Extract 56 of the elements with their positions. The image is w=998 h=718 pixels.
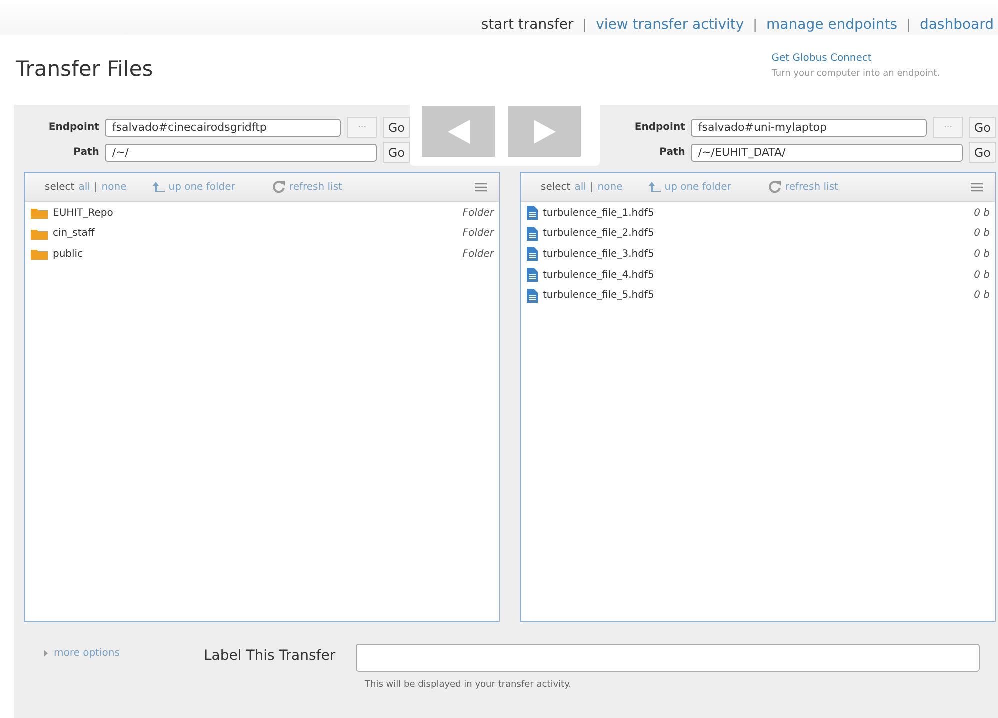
globus-connect-note: Turn your computer into an endpoint. (772, 69, 940, 79)
select-label: select (45, 182, 75, 192)
transfer-left-button[interactable] (422, 106, 495, 157)
file-list-item[interactable]: turbulence_file_4.hdf5 0 b (521, 264, 995, 286)
globus-connect-link[interactable]: Get Globus Connect (772, 53, 940, 64)
folder-icon (31, 248, 48, 260)
endpoint-field[interactable]: fsalvado#cinecairodsgridftp (105, 118, 342, 136)
go-button[interactable]: Go (969, 117, 996, 138)
go-button[interactable]: Go (383, 142, 410, 163)
select-label: select (541, 182, 571, 192)
go-button[interactable]: Go (969, 142, 996, 163)
up-arrow-icon (152, 182, 165, 192)
file-list-item[interactable]: public Folder (25, 244, 499, 265)
file-list-item[interactable]: turbulence_file_2.hdf5 0 b (521, 224, 995, 244)
document-icon (527, 268, 538, 282)
toolbar-separator: | (94, 182, 98, 192)
go-button[interactable]: Go (383, 117, 410, 138)
file-list-item[interactable]: turbulence_file_3.hdf5 0 b (521, 244, 995, 265)
up-arrow-icon (648, 182, 661, 192)
toolbar-separator: | (590, 182, 594, 192)
path-field[interactable]: /~/ (105, 144, 378, 162)
path-field[interactable]: /~/EUHIT_DATA/ (691, 144, 964, 162)
path-label: Path (74, 147, 100, 158)
nav-link[interactable]: manage endpoints (766, 17, 898, 33)
document-icon (527, 206, 538, 220)
field-hint: This will be displayed in your transfer activity. (364, 679, 572, 690)
transfer-right-button[interactable] (508, 106, 581, 157)
path-label: Path (660, 147, 686, 158)
nav-link[interactable]: start transfer (481, 17, 574, 33)
document-icon (527, 288, 538, 303)
nav-link[interactable]: dashboard (920, 17, 994, 33)
file-list-item[interactable]: turbulence_file_1.hdf5 0 b (521, 203, 995, 224)
file-list-item[interactable]: EUHIT_Repo Folder (25, 203, 499, 224)
nav-link[interactable]: view transfer activity (596, 17, 744, 33)
nav-separator: | (753, 18, 758, 32)
file-list-item[interactable]: turbulence_file_5.hdf5 0 b (521, 285, 995, 306)
file-list-item[interactable]: cin_staff Folder (25, 224, 499, 244)
refresh-icon (273, 181, 286, 193)
page-title: Transfer Files (16, 57, 154, 83)
refresh-icon (769, 181, 782, 193)
endpoint-label: Endpoint (48, 122, 100, 133)
label-field-label: Label This Transfer (204, 647, 337, 666)
caret-icon (44, 650, 48, 657)
nav-separator: | (906, 18, 911, 32)
document-icon (527, 226, 538, 241)
endpoint-field[interactable]: fsalvado#uni-mylaptop (691, 118, 928, 136)
left-arrow-icon (448, 120, 470, 144)
right-arrow-icon (534, 120, 556, 144)
transfer-label-field[interactable] (356, 644, 980, 672)
endpoint-label: Endpoint (634, 122, 686, 133)
folder-icon (31, 228, 48, 240)
nav-separator: | (582, 18, 588, 32)
menu-icon[interactable] (475, 182, 487, 192)
document-icon (527, 247, 538, 262)
menu-icon[interactable] (971, 182, 983, 192)
folder-icon (31, 207, 48, 220)
